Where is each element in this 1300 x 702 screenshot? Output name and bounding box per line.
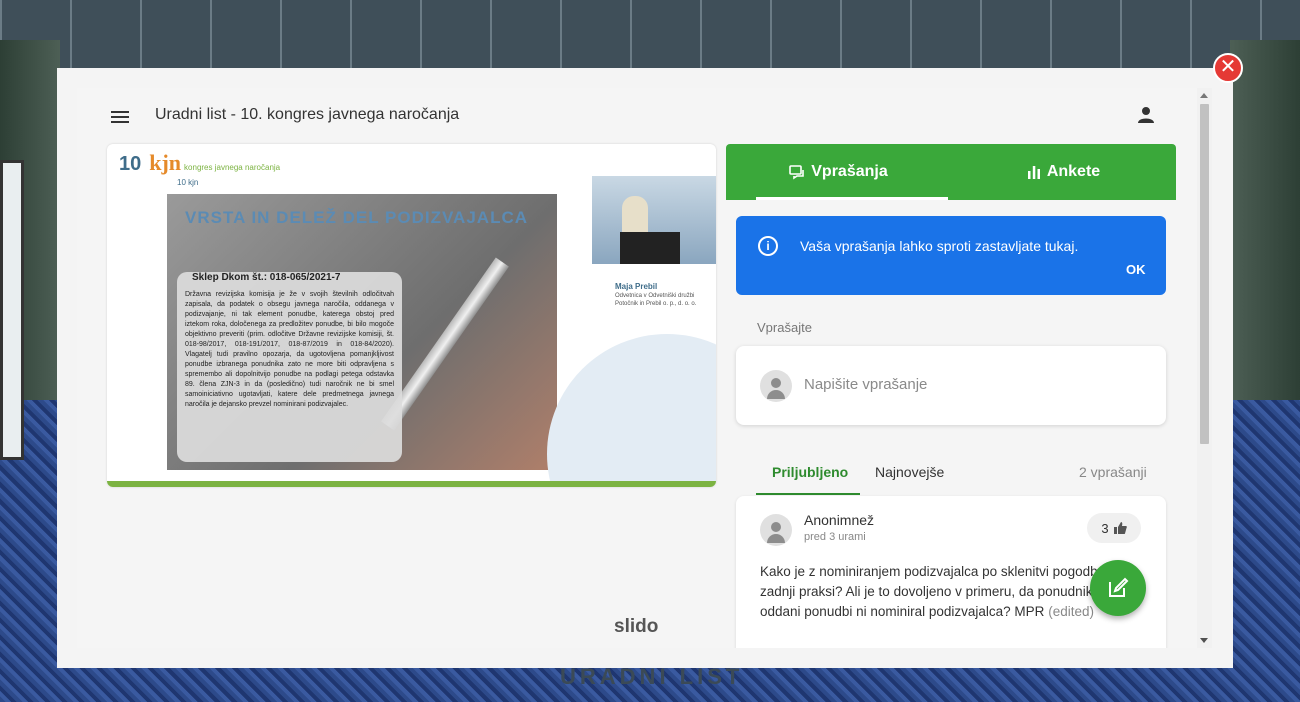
tab-polls[interactable]: Ankete xyxy=(951,144,1176,200)
question-input[interactable] xyxy=(804,376,1134,393)
slido-frame: Uradni list - 10. kongres javnega naroča… xyxy=(77,88,1197,648)
info-icon: i xyxy=(758,236,778,256)
like-button[interactable]: 3 xyxy=(1087,513,1141,543)
active-tab-indicator xyxy=(756,197,948,200)
like-count: 3 xyxy=(1101,520,1109,536)
info-ok-button[interactable]: OK xyxy=(1126,262,1146,277)
scroll-up-arrow[interactable] xyxy=(1200,93,1208,98)
question-count: 2 vprašanji xyxy=(1079,464,1147,480)
sort-newest-tab[interactable]: Najnovejše xyxy=(875,464,944,480)
info-text: Vaša vprašanja lahko sproti zastavljate … xyxy=(800,238,1079,254)
slide-heading: VRSTA IN DELEŽ DEL PODIZVAJALCA xyxy=(185,208,529,227)
question-author: Anonimnež xyxy=(804,512,875,528)
sort-active-indicator xyxy=(756,493,860,495)
close-button[interactable]: ✕ xyxy=(1213,53,1243,83)
chat-icon xyxy=(789,165,805,180)
avatar xyxy=(760,370,792,402)
new-question-fab[interactable] xyxy=(1090,560,1146,616)
ask-question-box[interactable] xyxy=(736,346,1166,425)
speaker-figure xyxy=(622,196,648,236)
slide-note-title: Sklep Dkom št.: 018-065/2021-7 xyxy=(192,272,341,283)
scroll-down-arrow[interactable] xyxy=(1200,638,1208,643)
slide-decoration xyxy=(547,334,716,487)
right-wall xyxy=(1230,40,1300,460)
edited-label: (edited) xyxy=(1048,604,1094,619)
slido-logo: slido xyxy=(614,616,659,637)
question-avatar xyxy=(760,514,792,546)
edit-icon xyxy=(1109,577,1129,597)
scrollbar[interactable] xyxy=(1197,88,1212,648)
speaker-role: Odvetnica v Odvetniški družbi Potočnik i… xyxy=(615,293,697,307)
podium xyxy=(620,232,680,264)
congress-logo: 10 kjn kongres javnega naročanja xyxy=(119,150,281,175)
thumbs-up-icon xyxy=(1113,522,1127,534)
ceiling xyxy=(0,0,1300,70)
tab-bar: Vprašanja Ankete xyxy=(726,144,1176,200)
event-title: Uradni list - 10. kongres javnega naroča… xyxy=(155,106,460,123)
presentation-slide: 10 kjn kongres javnega naročanja 10 kjn VR… xyxy=(107,144,716,487)
speaker-name: Maja Prebil xyxy=(615,282,658,291)
user-icon[interactable] xyxy=(1137,106,1155,124)
left-sign xyxy=(0,160,24,460)
question-time: pred 3 urami xyxy=(804,531,866,543)
sort-popular-tab[interactable]: Priljubljeno xyxy=(772,464,848,480)
slide-topline: 10 kjn xyxy=(177,178,199,187)
slide-note: Državna revizijska komisija je že v svoj… xyxy=(177,272,402,462)
info-banner: i Vaša vprašanja lahko sproti zastavljat… xyxy=(736,216,1166,295)
tab-questions[interactable]: Vprašanja xyxy=(726,144,951,200)
speaker-video xyxy=(592,176,716,264)
menu-icon[interactable] xyxy=(111,108,131,124)
scroll-thumb[interactable] xyxy=(1200,104,1209,444)
bar-chart-icon xyxy=(1027,166,1040,179)
ask-label: Vprašajte xyxy=(757,320,812,335)
slide-bottom-bar xyxy=(107,481,716,487)
